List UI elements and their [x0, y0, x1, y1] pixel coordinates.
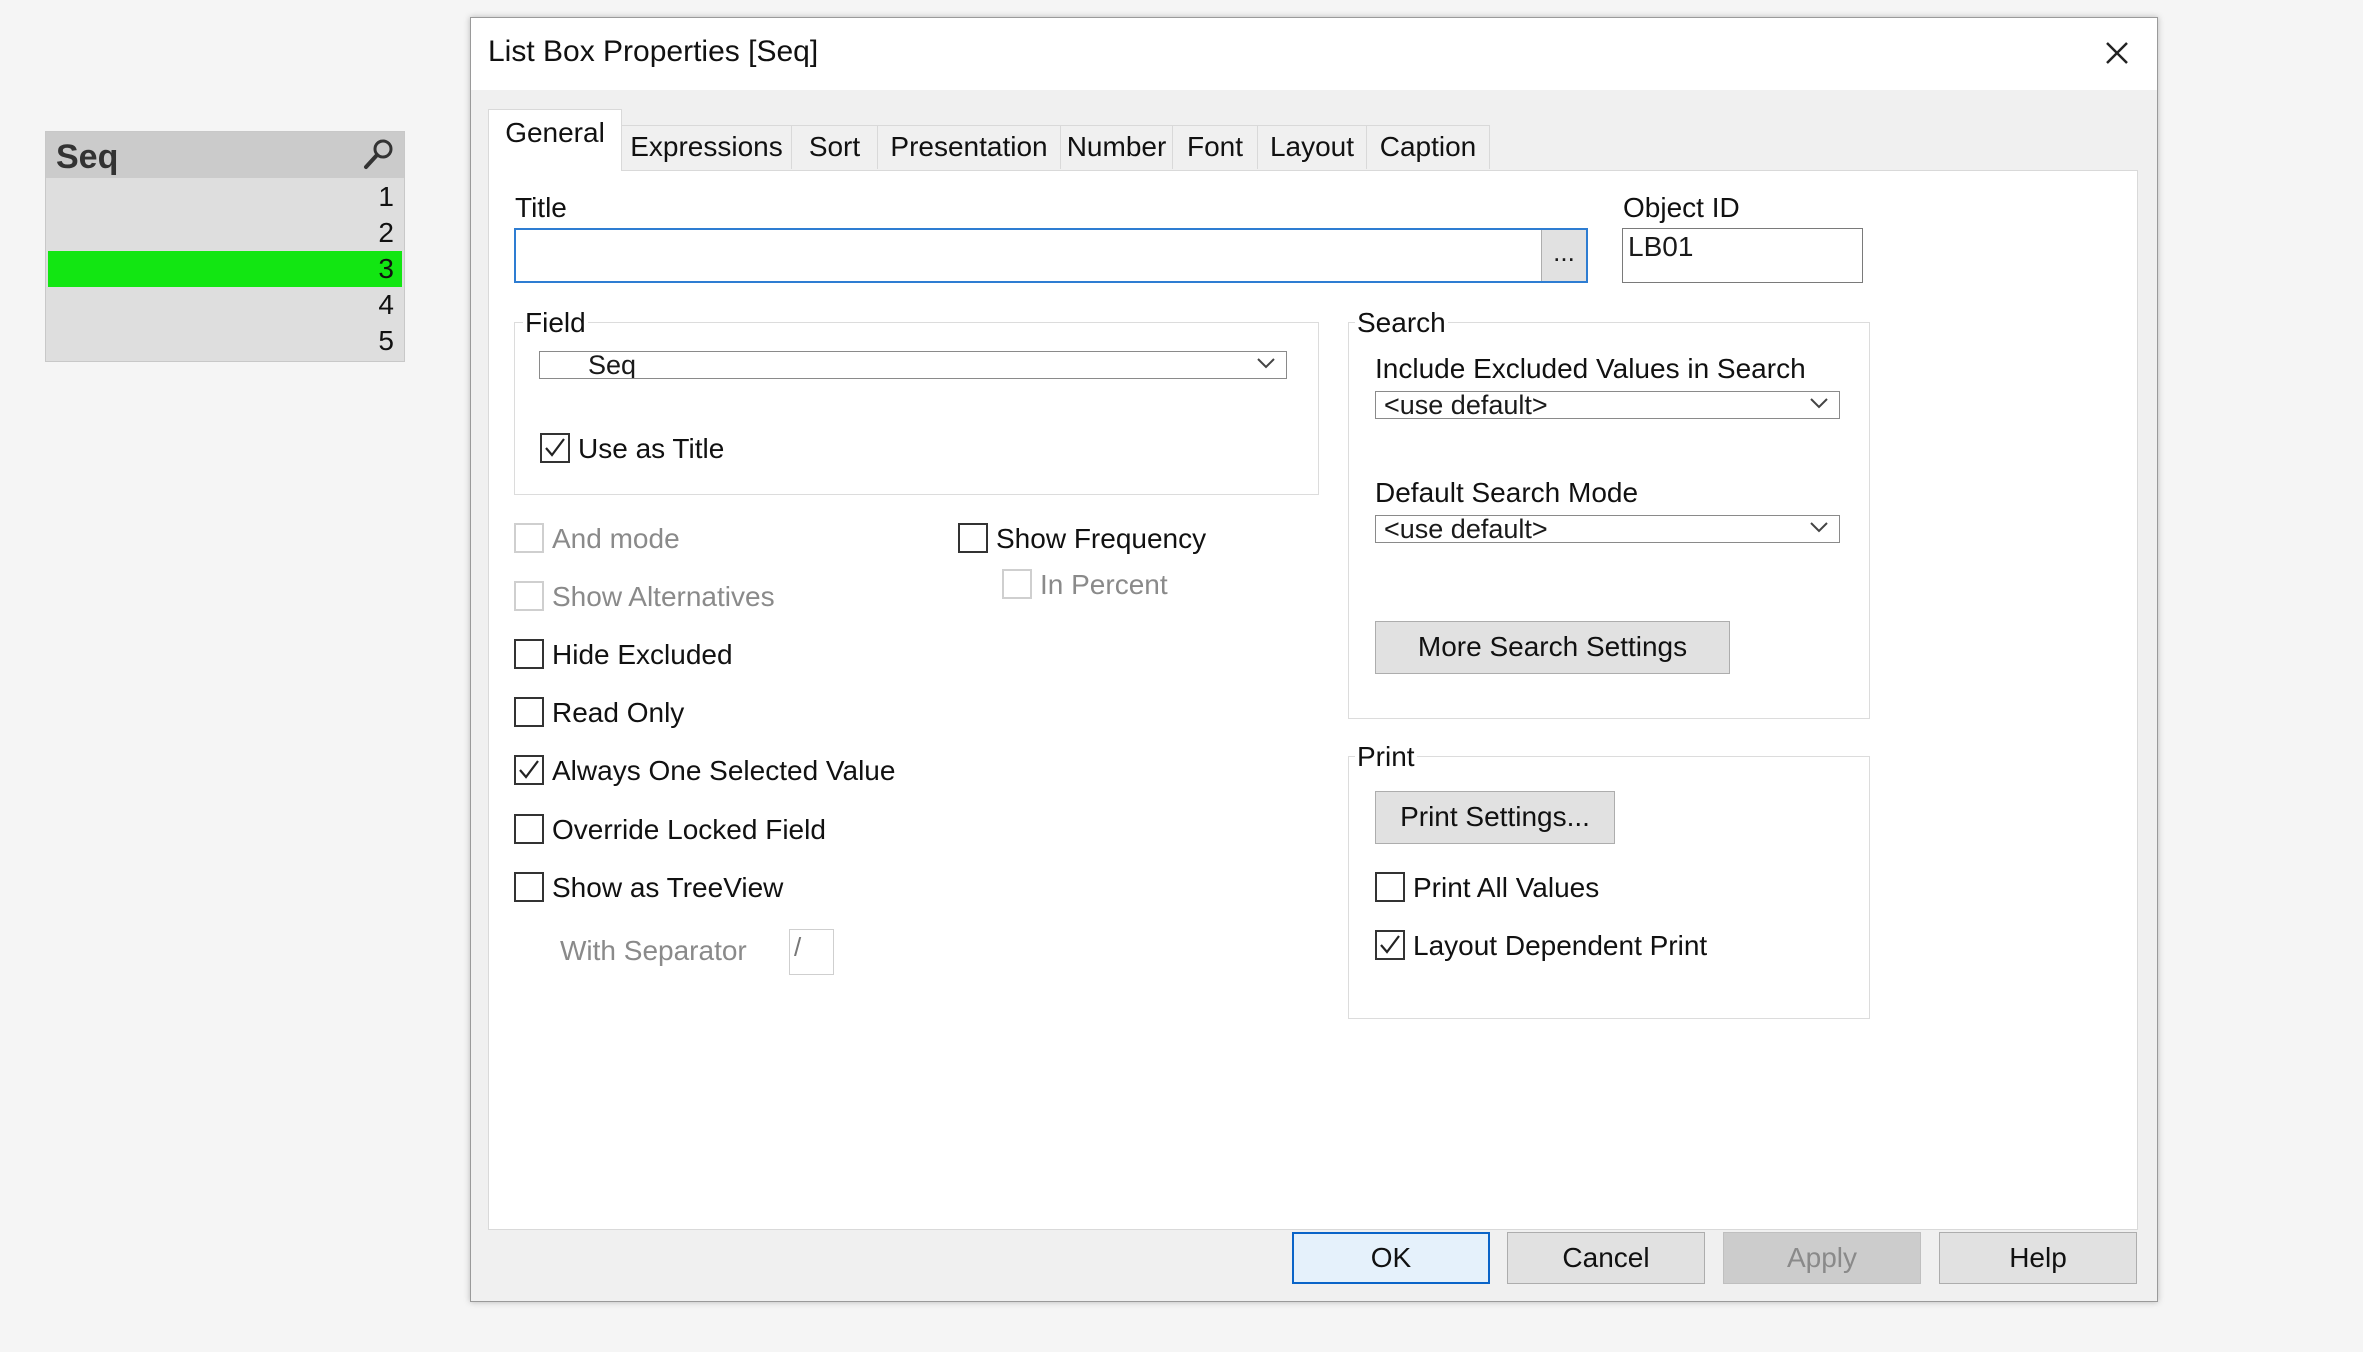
- with-separator-label: With Separator: [560, 935, 747, 966]
- and-mode-label: And mode: [552, 523, 680, 554]
- print-all-values-checkbox[interactable]: [1375, 872, 1405, 902]
- title-label: Title: [515, 192, 567, 223]
- checkmark-icon: [519, 760, 539, 779]
- field-groupbox: [514, 322, 1319, 495]
- listbox-value-row[interactable]: 5: [48, 323, 402, 359]
- show-as-treeview-checkbox[interactable]: [514, 872, 544, 902]
- checkmark-icon: [545, 438, 565, 457]
- tab-font[interactable]: Font: [1172, 125, 1258, 169]
- tab-expressions[interactable]: Expressions: [621, 125, 792, 169]
- general-tab-panel: Title ... Object ID LB01 Field Seq Use a…: [488, 170, 2138, 1230]
- show-frequency-checkbox[interactable]: [958, 523, 988, 553]
- object-id-input[interactable]: LB01: [1622, 228, 1863, 283]
- tab-layout[interactable]: Layout: [1257, 125, 1367, 169]
- always-one-selected-label: Always One Selected Value: [552, 755, 896, 786]
- listbox-title: Seq: [56, 138, 119, 176]
- close-icon: [2106, 42, 2128, 64]
- include-excluded-select[interactable]: <use default>: [1375, 391, 1840, 419]
- object-id-label: Object ID: [1623, 192, 1740, 223]
- tab-strip: General Expressions Sort Presentation Nu…: [488, 109, 1988, 171]
- hide-excluded-label: Hide Excluded: [552, 639, 733, 670]
- search-group-label: Search: [1355, 307, 1448, 339]
- chevron-down-icon: [1810, 522, 1828, 533]
- search-icon[interactable]: [362, 137, 396, 171]
- print-all-values-label: Print All Values: [1413, 872, 1600, 903]
- show-as-treeview-label: Show as TreeView: [552, 872, 784, 903]
- title-expression-button[interactable]: ...: [1541, 230, 1586, 281]
- chevron-down-icon: [1257, 358, 1275, 369]
- tab-sort[interactable]: Sort: [791, 125, 878, 169]
- listbox-value-row-selected[interactable]: 3: [48, 251, 402, 287]
- default-search-mode-label: Default Search Mode: [1375, 477, 1639, 508]
- show-alternatives-checkbox[interactable]: [514, 581, 544, 611]
- dialog-titlebar[interactable]: List Box Properties [Seq]: [471, 18, 2157, 90]
- dialog-title: List Box Properties [Seq]: [488, 35, 819, 68]
- layout-dependent-print-label: Layout Dependent Print: [1413, 930, 1708, 961]
- listbox-value-row[interactable]: 4: [48, 287, 402, 323]
- print-settings-button[interactable]: Print Settings...: [1375, 791, 1615, 844]
- field-select-value: Seq: [588, 351, 637, 379]
- layout-dependent-print-checkbox[interactable]: [1375, 930, 1405, 960]
- default-search-mode-value: <use default>: [1384, 515, 1548, 543]
- help-button[interactable]: Help: [1939, 1232, 2137, 1284]
- more-search-settings-button[interactable]: More Search Settings: [1375, 621, 1730, 674]
- hide-excluded-checkbox[interactable]: [514, 639, 544, 669]
- print-group-label: Print: [1355, 741, 1417, 773]
- and-mode-checkbox[interactable]: [514, 523, 544, 553]
- checkmark-icon: [1380, 935, 1400, 954]
- ok-button[interactable]: OK: [1292, 1232, 1490, 1284]
- cancel-button[interactable]: Cancel: [1507, 1232, 1705, 1284]
- use-as-title-label: Use as Title: [578, 433, 725, 464]
- chevron-down-icon: [1810, 398, 1828, 409]
- always-one-selected-checkbox[interactable]: [514, 755, 544, 785]
- show-alternatives-label: Show Alternatives: [552, 581, 775, 612]
- listbox-value-row[interactable]: 1: [48, 179, 402, 215]
- apply-button[interactable]: Apply: [1723, 1232, 1921, 1284]
- tab-presentation[interactable]: Presentation: [877, 125, 1061, 169]
- show-frequency-label: Show Frequency: [996, 523, 1207, 554]
- read-only-checkbox[interactable]: [514, 697, 544, 727]
- tab-general[interactable]: General: [488, 109, 622, 171]
- field-group-label: Field: [523, 307, 588, 339]
- tab-number[interactable]: Number: [1060, 125, 1173, 169]
- separator-input[interactable]: /: [789, 929, 834, 975]
- close-button[interactable]: [2089, 28, 2143, 78]
- listbox-caption[interactable]: Seq: [46, 132, 404, 178]
- field-select[interactable]: Seq: [539, 351, 1287, 379]
- in-percent-checkbox[interactable]: [1002, 569, 1032, 599]
- read-only-label: Read Only: [552, 697, 685, 728]
- include-excluded-value: <use default>: [1384, 391, 1548, 419]
- seq-listbox: Seq 1 2 3 4 5: [45, 131, 405, 362]
- use-as-title-checkbox[interactable]: [540, 433, 570, 463]
- title-input[interactable]: ...: [514, 228, 1588, 283]
- default-search-mode-select[interactable]: <use default>: [1375, 515, 1840, 543]
- in-percent-label: In Percent: [1040, 569, 1168, 600]
- tab-caption[interactable]: Caption: [1366, 125, 1490, 169]
- override-locked-checkbox[interactable]: [514, 814, 544, 844]
- override-locked-label: Override Locked Field: [552, 814, 826, 845]
- list-box-properties-dialog: List Box Properties [Seq] General Expres…: [470, 17, 2158, 1302]
- listbox-value-row[interactable]: 2: [48, 215, 402, 251]
- include-excluded-label: Include Excluded Values in Search: [1375, 353, 1806, 384]
